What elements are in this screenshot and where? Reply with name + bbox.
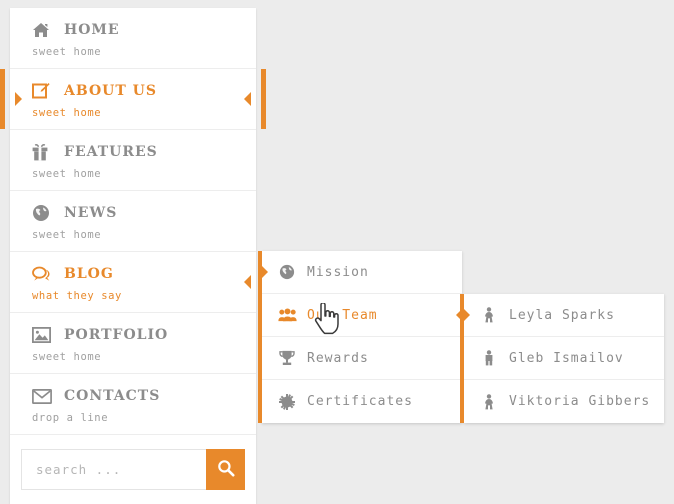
menu-item-label: NEWS [64,205,118,221]
submenu-level-3: Leyla Sparks Gleb Ismailov Viktoria Gibb… [460,294,664,423]
menu-item-subtitle: sweet home [32,229,102,241]
menu-item-blog-title: BLOG [32,263,256,285]
submenu-item-our-team[interactable]: Our Team [262,294,466,337]
submenu-item-leyla-sparks[interactable]: Leyla Sparks [464,294,664,337]
comments-icon [32,264,54,284]
group-icon [277,306,297,324]
submenu-item-label: Rewards [307,350,369,366]
image-icon [32,325,54,345]
menu-item-label: PORTFOLIO [64,327,169,343]
menu-item-features-title: FEATURES [32,141,256,163]
menu-item-news[interactable]: NEWS sweet home [10,191,256,252]
menu-item-label: CONTACTS [64,388,161,404]
globe-icon [32,203,54,223]
home-icon [32,20,54,40]
menu-item-label: HOME [64,22,120,38]
gift-icon [32,142,54,162]
submenu-item-label: Mission [307,264,369,280]
menu-item-portfolio-title: PORTFOLIO [32,324,256,346]
submenu-item-mission[interactable]: Mission [262,251,462,294]
submenu-item-rewards[interactable]: Rewards [262,337,462,380]
male-icon [479,349,499,367]
menu-item-home-title: HOME [32,19,256,41]
active-arrow-left-icon [244,92,251,106]
menu-item-about-us[interactable]: ABOUT US sweet home [0,69,266,130]
submenu-item-gleb-ismailov[interactable]: Gleb Ismailov [464,337,664,380]
female-icon [479,306,499,324]
globe-icon [277,263,297,281]
search-row [10,435,256,504]
menu-item-features[interactable]: FEATURES sweet home [10,130,256,191]
menu-item-subtitle: drop a line [32,412,109,424]
submenu-item-certificates[interactable]: Certificates [262,380,462,423]
submenu-item-label: Gleb Ismailov [509,350,624,366]
edit-icon [32,81,54,101]
menu-item-portfolio[interactable]: PORTFOLIO sweet home [10,313,256,374]
menu-item-subtitle: what they say [32,290,122,302]
gear-icon [277,393,297,411]
main-menu-panel: HOME sweet home ABOUT US sweet home FEAT… [0,8,266,504]
menu-item-about-us-title: ABOUT US [32,80,256,102]
menu-item-news-title: NEWS [32,202,256,224]
trophy-icon [277,349,297,367]
menu-item-subtitle: sweet home [32,46,102,58]
menu-item-subtitle: sweet home [32,351,102,363]
menu-item-label: ABOUT US [64,83,157,99]
search-input[interactable] [21,449,206,490]
menu-item-subtitle: sweet home [32,107,102,119]
active-rail-right [261,69,266,129]
submenu-item-label: Leyla Sparks [509,307,615,323]
menu-item-contacts-title: CONTACTS [32,385,256,407]
submenu-arrow-right-icon [262,266,268,278]
menu-item-contacts[interactable]: CONTACTS drop a line [10,374,256,435]
envelope-icon [32,386,54,406]
active-arrow-left-icon [244,275,251,289]
submenu-arrow-right-icon [464,309,470,321]
search-button[interactable] [206,449,245,490]
female-icon [479,393,499,411]
active-rail-left [0,69,5,129]
submenu-level-2: Mission Our Team Rewards Certificates [258,251,466,423]
active-arrow-right-icon [15,92,22,106]
submenu-item-label: Viktoria Gibbers [509,394,651,409]
search-icon [217,459,235,480]
submenu-item-label: Certificates [307,394,413,409]
menu-item-subtitle: sweet home [32,168,102,180]
menu-item-home[interactable]: HOME sweet home [10,8,256,69]
menu-item-label: BLOG [64,266,114,282]
menu-item-label: FEATURES [64,144,158,160]
submenu-item-viktoria-gibbers[interactable]: Viktoria Gibbers [464,380,664,423]
menu-item-blog[interactable]: BLOG what they say [10,252,266,313]
submenu-item-label: Our Team [307,307,378,323]
